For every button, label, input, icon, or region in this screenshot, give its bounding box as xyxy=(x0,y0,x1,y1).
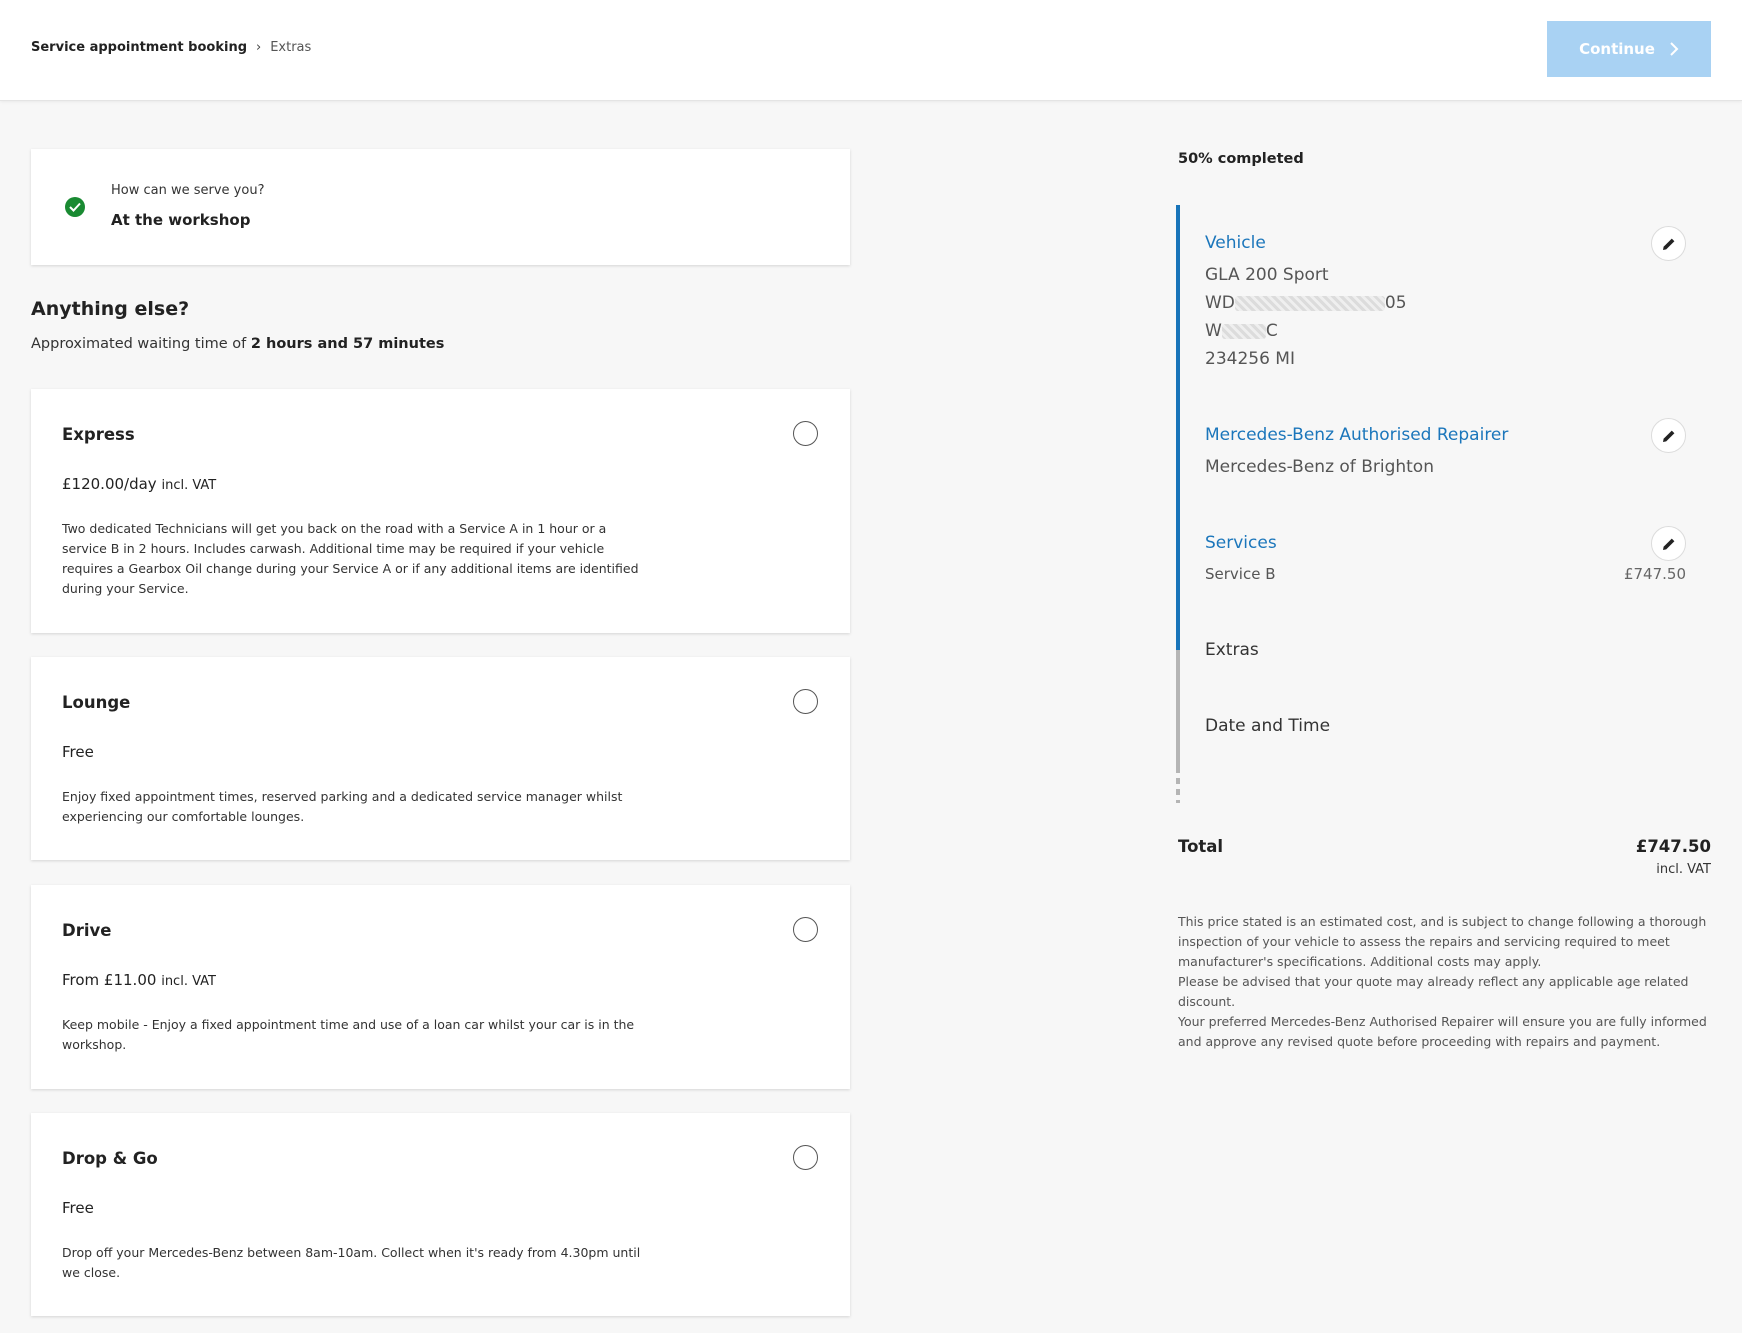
option-radio-drive[interactable] xyxy=(793,917,818,942)
option-radio-lounge[interactable] xyxy=(793,689,818,714)
progress-timeline-pending xyxy=(1176,650,1180,767)
option-card-express[interactable]: Express £120.00/day incl. VAT Two dedica… xyxy=(31,389,850,633)
edit-repairer-button[interactable] xyxy=(1651,418,1686,453)
vehicle-mileage: 234256 MI xyxy=(1205,349,1295,369)
option-price-value: Free xyxy=(62,1199,94,1217)
vehicle-vin-prefix: WD xyxy=(1205,293,1235,313)
step-datetime-title: Date and Time xyxy=(1205,716,1331,736)
option-price: From £11.00 incl. VAT xyxy=(62,971,216,989)
waiting-value: 2 hours and 57 minutes xyxy=(250,336,445,352)
option-price: £120.00/day incl. VAT xyxy=(62,475,216,493)
service-price: £747.50 xyxy=(1623,565,1686,583)
chevron-right-icon: › xyxy=(256,40,262,55)
serve-summary-card[interactable]: How can we serve you? At the workshop xyxy=(31,149,850,265)
option-card-lounge[interactable]: Lounge Free Enjoy fixed appointment time… xyxy=(31,657,850,860)
breadcrumb: Service appointment booking › Extras xyxy=(31,40,311,55)
step-vehicle-title: Vehicle xyxy=(1205,233,1266,253)
serve-answer: At the workshop xyxy=(111,211,251,229)
repairer-name: Mercedes-Benz of Brighton xyxy=(1205,457,1434,477)
total-vat: incl. VAT xyxy=(1656,862,1711,877)
price-disclaimer: This price stated is an estimated cost, … xyxy=(1178,912,1718,1052)
disclaimer-paragraph: This price stated is an estimated cost, … xyxy=(1178,914,1707,969)
option-description: Keep mobile - Enjoy a fixed appointment … xyxy=(62,1017,635,1052)
redacted-registration xyxy=(1221,323,1266,339)
progress-label: 50% completed xyxy=(1178,151,1304,167)
progress-timeline-complete xyxy=(1176,205,1180,650)
total-label: Total xyxy=(1178,837,1224,856)
step-repairer-title: Mercedes-Benz Authorised Repairer xyxy=(1205,425,1509,445)
disclaimer-paragraph: Your preferred Mercedes-Benz Authorised … xyxy=(1178,1014,1707,1049)
redacted-vin xyxy=(1234,295,1385,311)
option-description: Drop off your Mercedes-Benz between 8am-… xyxy=(62,1245,641,1280)
option-title: Drop & Go xyxy=(62,1149,158,1168)
option-price-value: £120.00/day xyxy=(62,475,157,493)
vehicle-vin: WD 05 xyxy=(1205,293,1407,313)
top-bar: Service appointment booking › Extras Con… xyxy=(0,0,1742,101)
step-services-title: Services xyxy=(1205,533,1277,553)
extras-heading: Anything else? xyxy=(31,298,190,320)
pencil-icon xyxy=(1662,430,1674,442)
option-price-value: From £11.00 xyxy=(62,971,157,989)
check-circle-icon xyxy=(65,197,85,217)
vehicle-vin-suffix: 05 xyxy=(1384,293,1407,313)
waiting-time: Approximated waiting time of 2 hours and… xyxy=(31,336,444,352)
option-radio-drop-and-go[interactable] xyxy=(793,1145,818,1170)
option-price: Free xyxy=(62,743,94,761)
vehicle-reg-prefix: W xyxy=(1205,321,1222,341)
waiting-prefix: Approximated waiting time of xyxy=(31,336,251,352)
option-price-vat: incl. VAT xyxy=(161,974,216,989)
pencil-icon xyxy=(1662,538,1674,550)
service-item: Service B xyxy=(1205,565,1276,583)
progress-timeline-dashed xyxy=(1176,767,1180,803)
option-card-drop-and-go[interactable]: Drop & Go Free Drop off your Mercedes-Be… xyxy=(31,1113,850,1316)
pencil-icon xyxy=(1662,238,1674,250)
option-card-drive[interactable]: Drive From £11.00 incl. VAT Keep mobile … xyxy=(31,885,850,1089)
vehicle-reg-suffix: C xyxy=(1265,321,1278,341)
continue-button[interactable]: Continue xyxy=(1547,21,1711,77)
option-price-vat: incl. VAT xyxy=(161,478,217,493)
option-description: Two dedicated Technicians will get you b… xyxy=(62,521,639,596)
disclaimer-paragraph: Please be advised that your quote may al… xyxy=(1178,974,1689,1009)
serve-question: How can we serve you? xyxy=(111,183,265,198)
chevron-right-icon xyxy=(1670,42,1679,56)
breadcrumb-extras: Extras xyxy=(270,40,312,55)
breadcrumb-service-booking[interactable]: Service appointment booking xyxy=(31,40,247,55)
option-title: Express xyxy=(62,425,135,444)
option-title: Drive xyxy=(62,921,112,940)
total-value: £747.50 xyxy=(1635,837,1711,856)
option-description: Enjoy fixed appointment times, reserved … xyxy=(62,789,623,824)
step-extras-title: Extras xyxy=(1205,640,1259,660)
vehicle-registration: WC xyxy=(1205,321,1278,341)
option-price: Free xyxy=(62,1199,94,1217)
edit-services-button[interactable] xyxy=(1651,526,1686,561)
option-price-value: Free xyxy=(62,743,94,761)
vehicle-model: GLA 200 Sport xyxy=(1205,265,1329,285)
option-title: Lounge xyxy=(62,693,131,712)
continue-button-label: Continue xyxy=(1579,40,1655,58)
edit-vehicle-button[interactable] xyxy=(1651,226,1686,261)
option-radio-express[interactable] xyxy=(793,421,818,446)
